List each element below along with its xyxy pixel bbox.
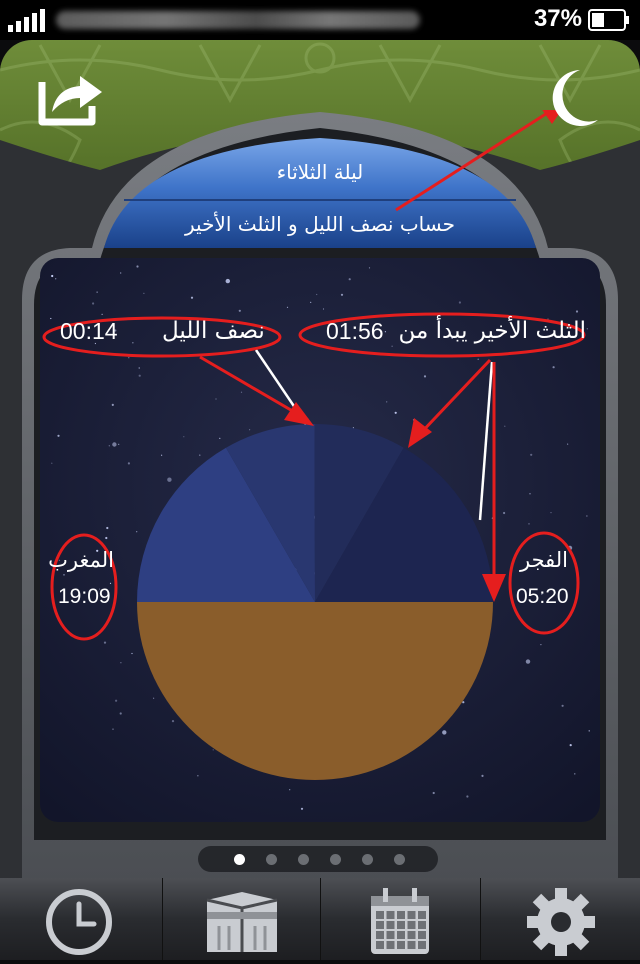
kaaba-icon [206,892,278,952]
maghrib-time: 19:09 [58,585,111,608]
tab-bar [0,878,640,960]
share-icon[interactable] [38,68,106,126]
signal-strength-icon [8,9,45,32]
tab-qibla[interactable] [162,878,320,960]
tab-calendar[interactable] [320,878,478,960]
clock-icon [46,889,112,955]
battery-percentage: 37% [533,5,582,32]
pie-chart [137,423,493,780]
page-dot[interactable] [266,854,277,865]
maghrib-label: المغرب [48,548,114,572]
midnight-label: نصف الليل [162,318,265,344]
status-bar: 37% [0,0,640,40]
page-dot[interactable] [330,854,341,865]
page-dot[interactable] [298,854,309,865]
page-dot[interactable] [394,854,405,865]
moon-icon[interactable] [544,66,602,130]
page-dot[interactable] [234,854,245,865]
calendar-icon [371,888,429,954]
fajr-label: الفجر [520,548,568,572]
carrier-name-redacted [56,11,420,29]
gear-icon [527,888,595,956]
page-dot[interactable] [362,854,373,865]
midnight-time: 00:14 [60,318,118,344]
calc-title: حساب نصف الليل و الثلث الأخير [185,212,455,236]
night-title: ليلة الثلاثاء [276,160,364,184]
tab-settings[interactable] [480,878,640,960]
last-third-label: الثلث الأخير يبدأ من [398,318,586,344]
battery-icon [588,9,629,31]
fajr-time: 05:20 [516,585,569,608]
page-indicator[interactable] [198,846,438,872]
tab-clock[interactable] [0,878,158,960]
